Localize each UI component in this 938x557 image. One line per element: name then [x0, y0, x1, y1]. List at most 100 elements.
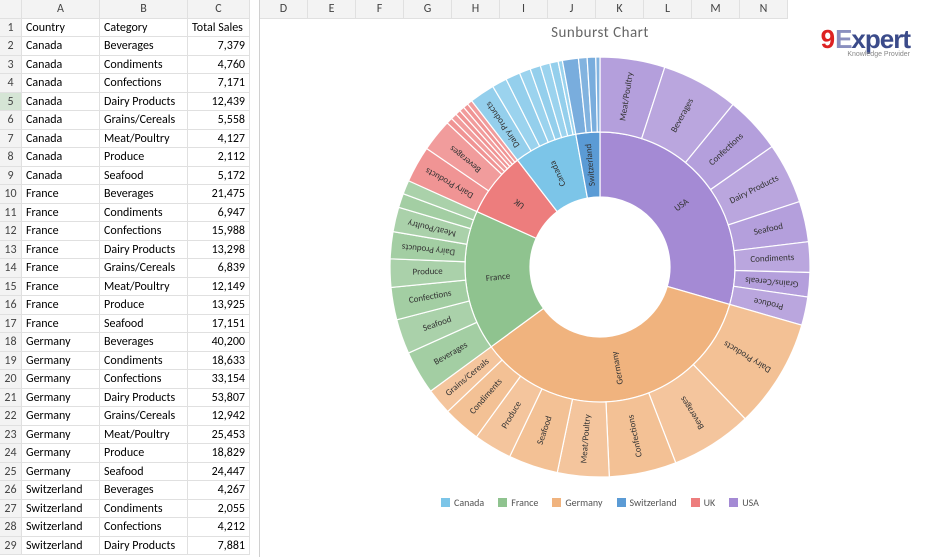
- cell-sales[interactable]: 4,212: [188, 518, 250, 537]
- row-header[interactable]: 26: [0, 481, 22, 500]
- row-header[interactable]: 7: [0, 130, 22, 149]
- cell-category[interactable]: Beverages: [100, 37, 188, 56]
- row-header[interactable]: 18: [0, 333, 22, 352]
- cell-sales[interactable]: 4,760: [188, 56, 250, 75]
- cell-category[interactable]: Produce: [100, 444, 188, 463]
- cell-sales[interactable]: 4,127: [188, 130, 250, 149]
- col-header-A[interactable]: A: [22, 0, 100, 19]
- cell-country[interactable]: Germany: [22, 389, 100, 408]
- cell-sales[interactable]: 15,988: [188, 222, 250, 241]
- cell-sales[interactable]: 2,112: [188, 148, 250, 167]
- cell-sales[interactable]: 18,633: [188, 352, 250, 371]
- legend-item[interactable]: USA: [729, 496, 759, 509]
- col-header-C[interactable]: C: [188, 0, 250, 19]
- cell-sales[interactable]: 4,267: [188, 481, 250, 500]
- cell-category[interactable]: Category: [100, 19, 188, 38]
- row-header[interactable]: 28: [0, 518, 22, 537]
- cell-category[interactable]: Grains/Cereals: [100, 407, 188, 426]
- row-header[interactable]: 2: [0, 37, 22, 56]
- select-all-corner[interactable]: [0, 0, 22, 19]
- cell-country[interactable]: Canada: [22, 56, 100, 75]
- legend-item[interactable]: Canada: [441, 496, 484, 509]
- legend-item[interactable]: UK: [691, 496, 716, 509]
- cell-country[interactable]: France: [22, 222, 100, 241]
- cell-country[interactable]: Canada: [22, 74, 100, 93]
- legend-item[interactable]: Germany: [552, 496, 602, 509]
- row-header[interactable]: 1: [0, 19, 22, 38]
- cell-category[interactable]: Meat/Poultry: [100, 130, 188, 149]
- cell-sales[interactable]: 2,055: [188, 500, 250, 519]
- cell-sales[interactable]: 7,881: [188, 537, 250, 556]
- cell-category[interactable]: Seafood: [100, 167, 188, 186]
- col-header-L[interactable]: L: [644, 0, 692, 19]
- col-header-I[interactable]: I: [500, 0, 548, 19]
- cell-country[interactable]: Canada: [22, 37, 100, 56]
- row-header[interactable]: 21: [0, 389, 22, 408]
- chart-panel[interactable]: 9Expert Knowledge Provider Sunburst Char…: [280, 20, 920, 540]
- cell-country[interactable]: Switzerland: [22, 537, 100, 556]
- cell-sales[interactable]: 7,379: [188, 37, 250, 56]
- cell-category[interactable]: Meat/Poultry: [100, 426, 188, 445]
- cell-sales[interactable]: 25,453: [188, 426, 250, 445]
- row-header[interactable]: 16: [0, 296, 22, 315]
- cell-country[interactable]: France: [22, 204, 100, 223]
- cell-category[interactable]: Dairy Products: [100, 389, 188, 408]
- row-header[interactable]: 9: [0, 167, 22, 186]
- cell-country[interactable]: Switzerland: [22, 481, 100, 500]
- row-header[interactable]: 23: [0, 426, 22, 445]
- col-header-E[interactable]: E: [308, 0, 356, 19]
- cell-category[interactable]: Grains/Cereals: [100, 259, 188, 278]
- cell-category[interactable]: Confections: [100, 222, 188, 241]
- cell-country[interactable]: France: [22, 278, 100, 297]
- cell-country[interactable]: Canada: [22, 148, 100, 167]
- cell-country[interactable]: France: [22, 315, 100, 334]
- cell-country[interactable]: Germany: [22, 352, 100, 371]
- row-header[interactable]: 15: [0, 278, 22, 297]
- row-header[interactable]: 10: [0, 185, 22, 204]
- cell-country[interactable]: Germany: [22, 426, 100, 445]
- legend-item[interactable]: Switzerland: [617, 496, 677, 509]
- row-header[interactable]: 11: [0, 204, 22, 223]
- row-header[interactable]: 25: [0, 463, 22, 482]
- cell-country[interactable]: France: [22, 185, 100, 204]
- cell-country[interactable]: Germany: [22, 407, 100, 426]
- cell-category[interactable]: Confections: [100, 74, 188, 93]
- cell-sales[interactable]: 5,172: [188, 167, 250, 186]
- cell-category[interactable]: Produce: [100, 296, 188, 315]
- cell-country[interactable]: Canada: [22, 167, 100, 186]
- row-header[interactable]: 6: [0, 111, 22, 130]
- cell-category[interactable]: Condiments: [100, 204, 188, 223]
- row-header[interactable]: 5: [0, 93, 22, 112]
- row-header[interactable]: 3: [0, 56, 22, 75]
- legend-item[interactable]: France: [498, 496, 538, 509]
- cell-country[interactable]: Canada: [22, 93, 100, 112]
- row-header[interactable]: 17: [0, 315, 22, 334]
- cell-category[interactable]: Produce: [100, 148, 188, 167]
- cell-sales[interactable]: 13,925: [188, 296, 250, 315]
- cell-sales[interactable]: 24,447: [188, 463, 250, 482]
- cell-category[interactable]: Beverages: [100, 185, 188, 204]
- cell-country[interactable]: Germany: [22, 444, 100, 463]
- cell-country[interactable]: Germany: [22, 463, 100, 482]
- row-header[interactable]: 22: [0, 407, 22, 426]
- cell-category[interactable]: Confections: [100, 370, 188, 389]
- row-header[interactable]: 19: [0, 352, 22, 371]
- cell-category[interactable]: Dairy Products: [100, 93, 188, 112]
- cell-country[interactable]: Germany: [22, 370, 100, 389]
- cell-category[interactable]: Condiments: [100, 352, 188, 371]
- cell-category[interactable]: Seafood: [100, 463, 188, 482]
- cell-country[interactable]: Germany: [22, 333, 100, 352]
- col-header-F[interactable]: F: [356, 0, 404, 19]
- col-header-D[interactable]: D: [260, 0, 308, 19]
- col-header-M[interactable]: M: [692, 0, 740, 19]
- cell-category[interactable]: Dairy Products: [100, 241, 188, 260]
- row-header[interactable]: 24: [0, 444, 22, 463]
- col-header-H[interactable]: H: [452, 0, 500, 19]
- row-header[interactable]: 27: [0, 500, 22, 519]
- cell-category[interactable]: Seafood: [100, 315, 188, 334]
- row-header[interactable]: 29: [0, 537, 22, 556]
- cell-category[interactable]: Condiments: [100, 56, 188, 75]
- cell-sales[interactable]: 13,298: [188, 241, 250, 260]
- spreadsheet[interactable]: ABC1CountryCategoryTotal Sales2CanadaBev…: [0, 0, 260, 557]
- sunburst-chart[interactable]: USAMeat/PoultryBeveragesConfectionsDairy…: [320, 42, 880, 492]
